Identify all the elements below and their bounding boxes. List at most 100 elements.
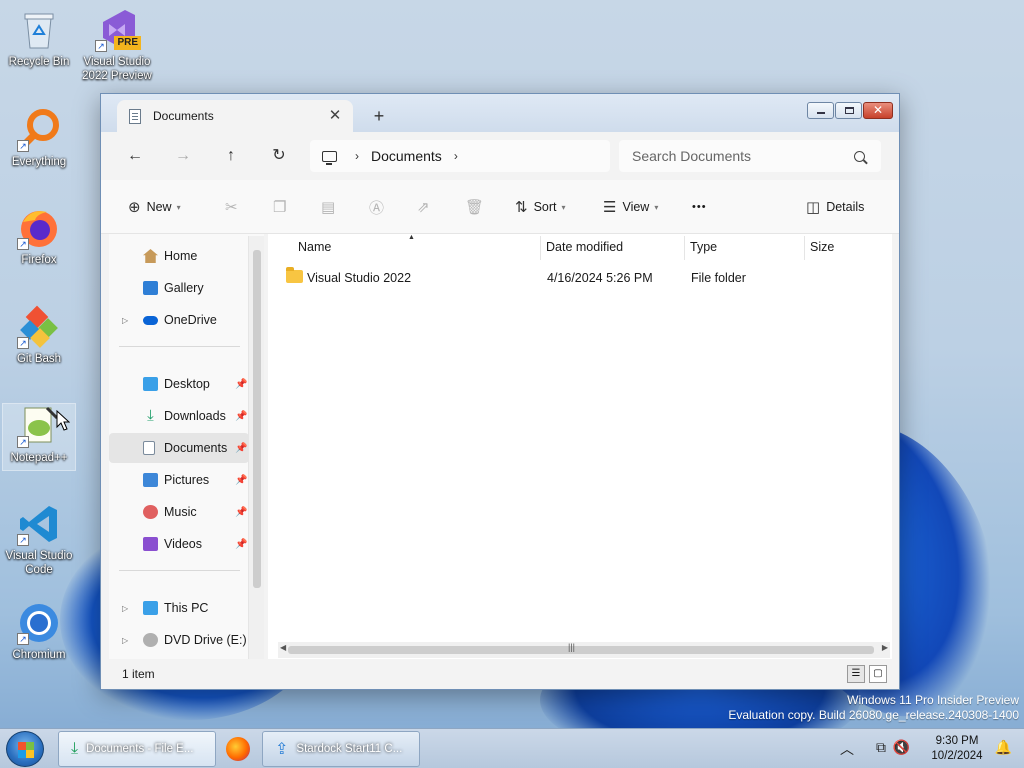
desktop-icon-visual-studio-2022-preview[interactable]: PRE ↗ Visual Studio 2022 Preview (81, 8, 153, 83)
nav-item-desktop[interactable]: Desktop 📌 (109, 369, 249, 399)
table-row[interactable]: Visual Studio 2022 4/16/2024 5:26 PM Fil… (278, 264, 878, 292)
tab-documents[interactable]: Documents ✕ (117, 100, 353, 132)
shortcut-arrow-icon: ↗ (95, 40, 107, 52)
details-label: Details (826, 200, 865, 214)
shortcut-arrow-icon: ↗ (17, 633, 29, 645)
desktop-icon-chromium[interactable]: ↗ Chromium (3, 601, 75, 662)
nav-item-this-pc[interactable]: ▷ This PC (109, 593, 249, 623)
this-pc-icon (322, 150, 337, 165)
search-placeholder: Search Documents (632, 148, 752, 164)
column-divider[interactable] (684, 236, 685, 260)
dvd-drive-icon (143, 633, 158, 647)
desktop-icon-firefox[interactable]: ↗ Firefox (3, 206, 75, 267)
clock-date: 10/2/2024 (931, 750, 983, 762)
nav-item-label: This PC (164, 601, 209, 615)
details-view-toggle[interactable]: ☰ (847, 665, 865, 683)
plus-circle-icon: ⊕ (128, 199, 141, 216)
desktop-icon-recycle-bin[interactable]: Recycle Bin (3, 8, 75, 69)
show-hidden-icons-chevron-icon[interactable]: ︿ (840, 739, 854, 759)
notifications-bell-icon[interactable]: 🔔 (995, 739, 1012, 756)
scroll-left-icon[interactable]: ◀ (280, 643, 286, 652)
nav-item-documents[interactable]: Documents 📌 (109, 433, 249, 463)
rename-button[interactable]: Ⓐ (369, 193, 390, 221)
desktop-icon-everything[interactable]: ↗ Everything (3, 108, 75, 169)
tiles-view-toggle[interactable]: ▢ (869, 665, 887, 683)
nav-item-gallery[interactable]: Gallery (109, 273, 249, 303)
column-divider[interactable] (804, 236, 805, 260)
search-icon[interactable] (854, 150, 865, 162)
maximize-button[interactable] (835, 102, 862, 119)
copy-button[interactable]: ❐ (273, 193, 292, 221)
shortcut-arrow-icon: ↗ (17, 534, 29, 546)
clock[interactable]: 9:30 PM 10/2/2024 (922, 734, 992, 764)
nav-item-onedrive[interactable]: ▷ OneDrive (109, 305, 249, 335)
refresh-button[interactable]: ↻ (263, 142, 295, 170)
close-icon: ✕ (872, 103, 884, 117)
cut-button[interactable]: ✂ (225, 193, 244, 221)
chevron-down-icon: ▾ (176, 202, 181, 212)
taskbar-button-file-explorer[interactable]: ⤓ Documents - File E... (58, 731, 216, 767)
onedrive-cloud-icon (143, 316, 158, 325)
firefox-icon: ↗ (17, 206, 61, 250)
scroll-right-icon[interactable]: ▶ (882, 643, 888, 652)
command-bar: ⊕ New ▾ ✂ ❐ ▤ Ⓐ ⇗ 🗑 ⇅ Sort ▾ ☰ View ▾ ••… (101, 180, 899, 234)
minimize-icon (817, 112, 825, 114)
paste-button[interactable]: ▤ (321, 193, 341, 221)
breadcrumb-separator[interactable]: › (355, 149, 359, 163)
nav-item-dvd-drive[interactable]: ▷ DVD Drive (E:) W (109, 625, 262, 655)
close-window-button[interactable]: ✕ (863, 102, 893, 119)
expand-chevron-icon[interactable]: ▷ (122, 316, 128, 325)
details-pane-button[interactable]: ◫ Details (806, 193, 864, 221)
desktop-icon-visual-studio-code[interactable]: ↗ Visual Studio Code (3, 502, 75, 577)
taskbar-firefox-icon[interactable] (226, 737, 250, 761)
view-list-icon: ☰ (603, 199, 617, 216)
rename-icon: Ⓐ (369, 199, 385, 217)
taskbar-button-stardock-start11[interactable]: ⇪ Stardock Start11 C... (262, 731, 420, 767)
minimize-button[interactable] (807, 102, 834, 119)
column-header-name[interactable]: Name (298, 240, 331, 254)
start-button[interactable] (6, 731, 44, 767)
new-button[interactable]: ⊕ New ▾ (128, 193, 181, 221)
tab-close-icon[interactable]: ✕ (323, 104, 347, 128)
scrollbar-thumb[interactable] (253, 250, 261, 588)
nav-item-pictures[interactable]: Pictures 📌 (109, 465, 249, 495)
pin-icon: 📌 (235, 410, 248, 422)
expand-chevron-icon[interactable]: ▷ (122, 636, 128, 645)
network-icon[interactable]: ⧉ (876, 739, 886, 756)
nav-item-music[interactable]: Music 📌 (109, 497, 249, 527)
nav-item-videos[interactable]: Videos 📌 (109, 529, 249, 559)
desktop-icon-git-bash[interactable]: ↗ Git Bash (3, 305, 75, 366)
status-bar: 1 item ☰ ▢ (101, 659, 899, 689)
new-tab-button[interactable]: + (367, 104, 391, 128)
desktop-icon-label: Git Bash (16, 353, 62, 365)
nav-divider (119, 346, 240, 347)
nav-pane-scrollbar[interactable] (248, 236, 264, 660)
back-button[interactable]: ← (119, 142, 151, 170)
share-button[interactable]: ⇗ (417, 193, 436, 221)
sort-button[interactable]: ⇅ Sort ▾ (515, 193, 566, 221)
nav-item-home[interactable]: Home (109, 241, 249, 271)
recycle-bin-icon (17, 8, 61, 52)
taskbar: ⤓ Documents - File E... ⇪ Stardock Start… (0, 728, 1024, 768)
column-header-date-modified[interactable]: Date modified (546, 240, 623, 254)
forward-button[interactable]: → (167, 142, 199, 170)
breadcrumb-documents[interactable]: Documents (371, 148, 442, 164)
search-input[interactable]: Search Documents (619, 140, 881, 172)
title-bar[interactable]: Documents ✕ + ✕ (101, 94, 899, 132)
view-button[interactable]: ☰ View ▾ (603, 193, 658, 221)
address-bar[interactable]: › Documents › (310, 140, 610, 172)
nav-item-downloads[interactable]: ⤓ Downloads 📌 (109, 401, 249, 431)
horizontal-scrollbar[interactable]: ◀ ||| ▶ (278, 642, 890, 658)
expand-chevron-icon[interactable]: ▷ (122, 604, 128, 613)
scrollbar-thumb[interactable] (288, 646, 874, 654)
delete-button[interactable]: 🗑 (465, 193, 490, 221)
share-icon: ⇗ (417, 199, 430, 216)
more-options-button[interactable]: ••• (692, 193, 707, 221)
nav-item-label: Documents (164, 441, 228, 455)
breadcrumb-separator[interactable]: › (454, 149, 458, 163)
column-header-size[interactable]: Size (810, 240, 834, 254)
column-header-type[interactable]: Type (690, 240, 717, 254)
up-button[interactable]: ↑ (215, 142, 247, 170)
volume-muted-icon[interactable]: 🔇 (893, 739, 910, 756)
column-divider[interactable] (540, 236, 541, 260)
